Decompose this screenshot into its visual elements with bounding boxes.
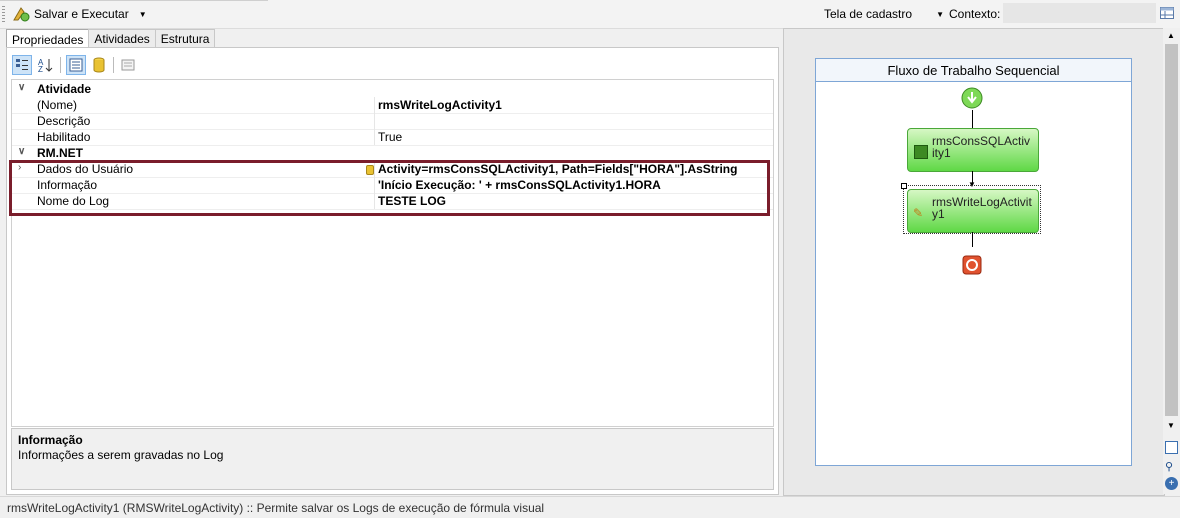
sql-query-icon (914, 145, 928, 159)
property-row-enabled[interactable]: Habilitado True (12, 129, 773, 146)
toolbar-divider (113, 57, 114, 73)
tab-properties[interactable]: Propriedades (6, 29, 90, 49)
dropdown-arrow-icon[interactable]: ▼ (139, 10, 147, 19)
stop-icon[interactable] (962, 255, 982, 275)
help-description: Informações a serem gravadas no Log (18, 448, 224, 462)
form-select[interactable]: Tela de cadastro ▼ (824, 4, 944, 24)
status-text: rmsWriteLogActivity1 (RMSWriteLogActivit… (7, 501, 545, 515)
context-field[interactable] (1003, 3, 1156, 23)
pencil-icon: ✎ (913, 206, 924, 220)
category-rmnet[interactable]: ∨ RM.NET (12, 145, 773, 161)
property-name: Habilitado (37, 130, 91, 144)
tab-activities[interactable]: Atividades (88, 29, 156, 48)
save-and-run-button[interactable]: Salvar e Executar ▼ (12, 5, 147, 23)
property-name: (Nome) (37, 98, 78, 112)
highlight-box (9, 160, 770, 216)
categorized-icon (16, 59, 28, 70)
svg-text:Z: Z (38, 65, 43, 73)
workflow-title: Fluxo de Trabalho Sequencial (816, 59, 1131, 82)
tab-strip: Propriedades Atividades Estrutura (6, 29, 216, 49)
start-icon[interactable] (961, 87, 983, 109)
help-title: Informação (18, 433, 83, 447)
property-grid: ∨ Atividade (Nome) rmsWriteLogActivity1 … (11, 79, 774, 427)
scroll-down-arrow-icon[interactable]: ▼ (1167, 421, 1175, 430)
scrollbar-thumb[interactable] (1165, 44, 1178, 416)
property-row-description[interactable]: Descrição (12, 113, 773, 130)
category-label: Atividade (37, 82, 92, 96)
chevron-down-icon[interactable]: ∨ (18, 82, 25, 93)
properties-button[interactable] (66, 55, 86, 75)
activity-label: rmsConsSQLActivity1 (932, 134, 1031, 160)
property-grid-toolbar: A Z (12, 53, 772, 77)
tab-structure[interactable]: Estrutura (154, 29, 216, 48)
database-button[interactable] (89, 55, 109, 75)
pan-icon[interactable]: + (1165, 477, 1178, 490)
run-icon (13, 7, 30, 22)
save-and-run-label: Salvar e Executar (34, 7, 129, 21)
category-label: RM.NET (37, 146, 83, 160)
chevron-down-icon[interactable]: ∨ (18, 146, 25, 157)
events-button[interactable] (118, 55, 138, 75)
form-select-value: Tela de cadastro (824, 7, 913, 21)
activity-cons-sql[interactable]: rmsConsSQLActivity1 (907, 128, 1039, 172)
properties-icon (69, 58, 83, 72)
selection-handle[interactable] (901, 183, 907, 189)
help-panel: Informação Informações a serem gravadas … (11, 428, 774, 490)
chevron-down-icon: ▼ (936, 9, 944, 19)
category-atividade[interactable]: ∨ Atividade (12, 81, 773, 97)
connector-line (972, 232, 973, 247)
database-icon (93, 57, 105, 73)
activity-label: rmsWriteLogActivity1 (932, 195, 1032, 221)
zoom-icon[interactable]: ⚲ (1165, 460, 1173, 473)
events-icon (121, 59, 135, 71)
property-name: Descrição (37, 114, 91, 128)
toolbar-divider (60, 57, 61, 73)
grid-view-icon[interactable] (1160, 7, 1174, 19)
categorized-button[interactable] (12, 55, 32, 75)
status-bar: rmsWriteLogActivity1 (RMSWriteLogActivit… (0, 496, 1180, 518)
divider (0, 0, 268, 1)
toolbar-grip (2, 6, 5, 22)
connector-line (972, 110, 973, 128)
divider (374, 113, 375, 129)
divider (374, 129, 375, 145)
property-value[interactable]: rmsWriteLogActivity1 (378, 98, 502, 112)
property-row-name[interactable]: (Nome) rmsWriteLogActivity1 (12, 97, 773, 114)
scroll-up-arrow-icon[interactable]: ▲ (1167, 31, 1175, 40)
property-value[interactable]: True (378, 130, 402, 144)
fit-view-icon[interactable] (1165, 441, 1178, 454)
alphabetical-icon: A Z (38, 58, 53, 73)
divider (374, 97, 375, 113)
activity-write-log[interactable]: ✎ rmsWriteLogActivity1 (907, 189, 1039, 233)
context-label: Contexto: (949, 7, 1001, 21)
alphabetical-button[interactable]: A Z (36, 55, 56, 75)
